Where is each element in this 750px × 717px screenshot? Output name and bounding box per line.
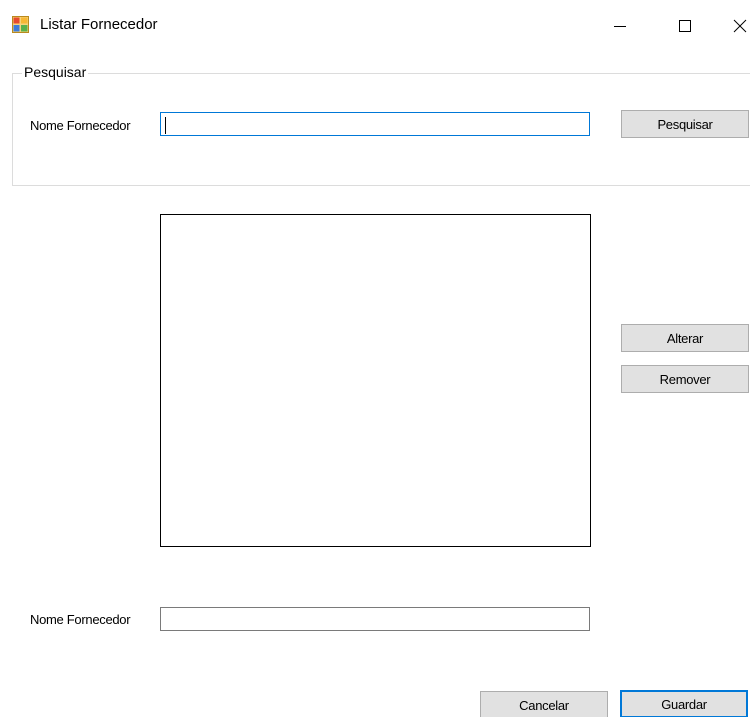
cancel-button[interactable]: Cancelar	[480, 691, 608, 717]
save-button[interactable]: Guardar	[620, 690, 748, 717]
minimize-button[interactable]	[600, 12, 640, 40]
list-supplier-window: Listar Fornecedor Pesquisar Nome Fornece…	[0, 0, 750, 717]
search-name-input[interactable]	[160, 112, 590, 136]
search-button[interactable]: Pesquisar	[621, 110, 749, 138]
search-groupbox-legend: Pesquisar	[22, 63, 89, 81]
windows-form-icon	[12, 16, 29, 33]
minimize-icon	[614, 26, 626, 27]
maximize-icon	[679, 20, 691, 32]
close-icon	[733, 19, 747, 33]
text-caret	[165, 117, 166, 134]
remove-button[interactable]: Remover	[621, 365, 749, 393]
title-bar[interactable]: Listar Fornecedor	[0, 0, 750, 52]
search-name-label: Nome Fornecedor	[30, 118, 131, 133]
close-button[interactable]	[720, 12, 750, 40]
edit-name-input[interactable]	[160, 607, 590, 631]
edit-button[interactable]: Alterar	[621, 324, 749, 352]
edit-name-label: Nome Fornecedor	[30, 612, 131, 627]
window-title: Listar Fornecedor	[40, 16, 158, 33]
maximize-button[interactable]	[665, 12, 705, 40]
supplier-listbox[interactable]	[160, 214, 591, 547]
